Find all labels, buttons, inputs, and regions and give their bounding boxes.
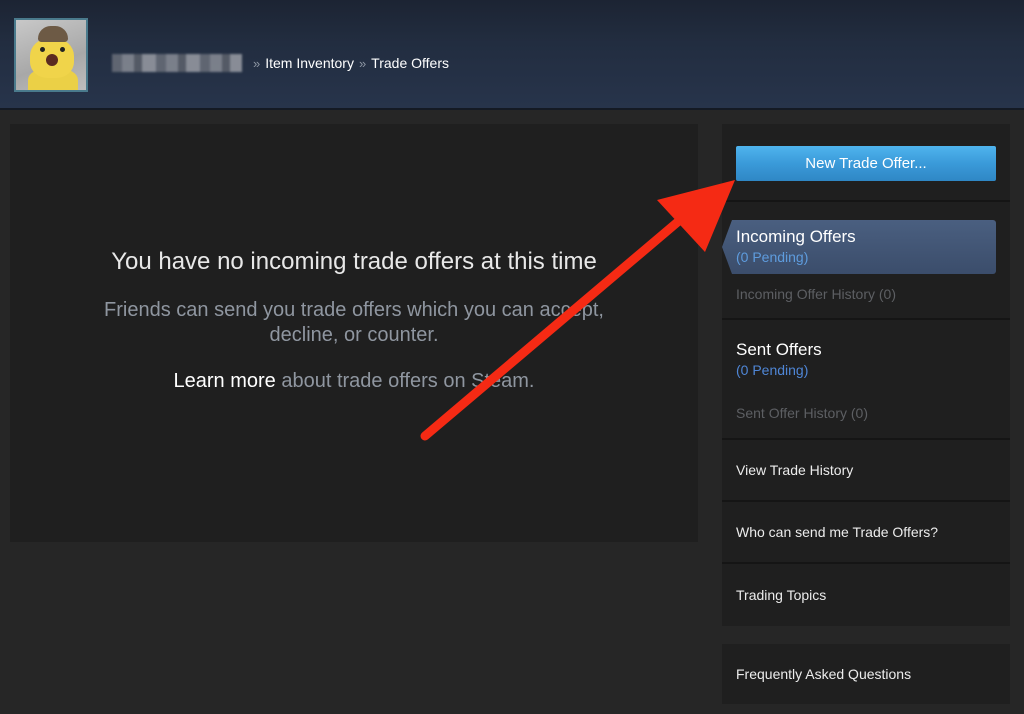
empty-state-title: You have no incoming trade offers at thi… xyxy=(111,248,597,275)
avatar-image-hat xyxy=(38,26,68,42)
avatar-image-eye xyxy=(40,47,45,52)
trade-sidebar: New Trade Offer... Incoming Offers (0 Pe… xyxy=(722,124,1010,704)
avatar-image-eye xyxy=(60,47,65,52)
incoming-offer-history-link[interactable]: Incoming Offer History (0) xyxy=(736,286,896,302)
breadcrumb-separator: » xyxy=(358,55,367,71)
learn-more-suffix: about trade offers on Steam. xyxy=(275,370,535,392)
breadcrumb: » Item Inventory » Trade Offers xyxy=(112,53,449,73)
sent-offers-section: Sent Offers (0 Pending) Sent Offer Histo… xyxy=(722,320,1010,440)
profile-header: » Item Inventory » Trade Offers xyxy=(0,0,1024,110)
view-trade-history-link[interactable]: View Trade History xyxy=(722,440,1010,502)
incoming-offers-title: Incoming Offers xyxy=(736,227,856,246)
new-trade-offer-button[interactable]: New Trade Offer... xyxy=(736,146,996,181)
incoming-pending-count: (0 Pending) xyxy=(736,249,809,265)
username-blurred[interactable] xyxy=(112,54,242,72)
sent-pending-count: (0 Pending) xyxy=(736,362,809,378)
incoming-offers-tab[interactable]: Incoming Offers (0 Pending) xyxy=(722,220,996,274)
learn-more-link[interactable]: Learn more xyxy=(174,370,276,392)
breadcrumb-item-inventory[interactable]: Item Inventory xyxy=(265,55,354,71)
who-can-send-trade-offers-link[interactable]: Who can send me Trade Offers? xyxy=(722,502,1010,564)
learn-more-line: Learn more about trade offers on Steam. xyxy=(10,370,698,393)
trade-offers-main-panel: You have no incoming trade offers at thi… xyxy=(10,124,698,542)
incoming-offers-section: Incoming Offers (0 Pending) Incoming Off… xyxy=(722,202,1010,320)
empty-state-description: Friends can send you trade offers which … xyxy=(104,299,604,346)
breadcrumb-separator: » xyxy=(253,55,261,71)
sent-offer-history-link[interactable]: Sent Offer History (0) xyxy=(736,405,868,421)
new-offer-section: New Trade Offer... xyxy=(722,124,1010,202)
avatar-image-mouth xyxy=(46,54,58,66)
user-avatar[interactable] xyxy=(14,18,88,92)
faq-link[interactable]: Frequently Asked Questions xyxy=(722,644,1010,704)
trading-topics-link[interactable]: Trading Topics xyxy=(722,564,1010,626)
sent-offers-link[interactable]: Sent Offers xyxy=(736,340,822,360)
breadcrumb-trade-offers[interactable]: Trade Offers xyxy=(371,55,449,71)
